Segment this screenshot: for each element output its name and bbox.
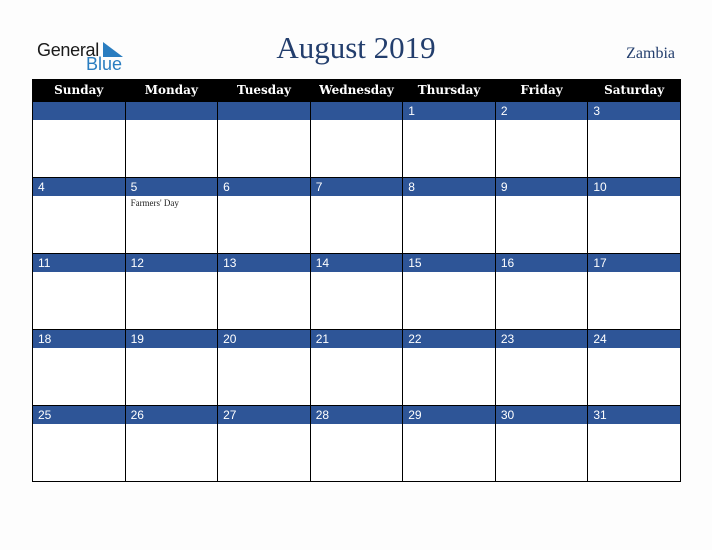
day-cell[interactable]: 7: [309, 177, 404, 254]
day-number: 27: [218, 406, 310, 424]
day-cell[interactable]: 15: [402, 253, 496, 330]
day-number: 22: [403, 330, 495, 348]
day-cell[interactable]: 8: [402, 177, 496, 254]
day-cell[interactable]: 2: [494, 101, 589, 178]
day-cell[interactable]: 1: [402, 101, 496, 178]
day-number: 9: [495, 178, 588, 196]
weekday-header: Tuesday: [217, 79, 311, 102]
day-cell[interactable]: 29: [402, 405, 496, 482]
day-cell[interactable]: 6: [217, 177, 311, 254]
day-number: 26: [125, 406, 218, 424]
day-cell[interactable]: 3: [587, 101, 681, 178]
day-number: 19: [125, 330, 218, 348]
day-cell[interactable]: 30: [494, 405, 589, 482]
day-cell[interactable]: 25: [32, 405, 126, 482]
day-number: 20: [218, 330, 310, 348]
day-cell[interactable]: 20: [217, 329, 311, 406]
day-number: 10: [588, 178, 680, 196]
day-number: 17: [588, 254, 680, 272]
weekday-header: Monday: [124, 79, 219, 102]
weekday-header: Thursday: [402, 79, 496, 102]
day-cell[interactable]: 21: [309, 329, 404, 406]
day-number: 13: [218, 254, 310, 272]
day-cell[interactable]: 24: [587, 329, 681, 406]
day-cell[interactable]: [32, 101, 126, 178]
day-number: 3: [588, 102, 680, 120]
day-cell[interactable]: 28: [309, 405, 404, 482]
day-cell[interactable]: [217, 101, 311, 178]
holiday-label: Farmers' Day: [130, 198, 179, 208]
week-row: 25 26 27 28 29 30 31: [32, 405, 681, 482]
weekday-header-row: Sunday Monday Tuesday Wednesday Thursday…: [32, 79, 681, 102]
day-cell[interactable]: 22: [402, 329, 496, 406]
day-number: 4: [33, 178, 125, 196]
day-cell[interactable]: 16: [494, 253, 589, 330]
day-number: 28: [310, 406, 403, 424]
day-number: [218, 102, 310, 120]
country-label: Zambia: [626, 45, 675, 62]
day-number: 23: [495, 330, 588, 348]
day-number: 25: [33, 406, 125, 424]
day-number: 7: [310, 178, 403, 196]
day-cell[interactable]: 31: [587, 405, 681, 482]
day-cell[interactable]: 18: [32, 329, 126, 406]
weekday-header: Wednesday: [309, 79, 404, 102]
day-cell[interactable]: 17: [587, 253, 681, 330]
week-row: 11 12 13 14 15 16 17: [32, 253, 681, 330]
day-number: 24: [588, 330, 680, 348]
day-number: [310, 102, 403, 120]
day-cell[interactable]: 9: [494, 177, 589, 254]
day-number: 6: [218, 178, 310, 196]
day-number: 31: [588, 406, 680, 424]
day-number: 14: [310, 254, 403, 272]
day-number: 29: [403, 406, 495, 424]
weekday-header: Saturday: [587, 79, 681, 102]
day-number: 30: [495, 406, 588, 424]
day-number: 2: [495, 102, 588, 120]
day-number: 15: [403, 254, 495, 272]
day-cell[interactable]: 14: [309, 253, 404, 330]
day-cell[interactable]: 19: [124, 329, 219, 406]
day-cell[interactable]: 23: [494, 329, 589, 406]
day-number: 1: [403, 102, 495, 120]
day-cell[interactable]: 10: [587, 177, 681, 254]
day-cell[interactable]: 27: [217, 405, 311, 482]
day-number: 8: [403, 178, 495, 196]
calendar-grid: Sunday Monday Tuesday Wednesday Thursday…: [32, 79, 681, 482]
page-title: August 2019: [276, 30, 436, 65]
day-cell[interactable]: 11: [32, 253, 126, 330]
day-cell[interactable]: 13: [217, 253, 311, 330]
day-number: 21: [310, 330, 403, 348]
day-number: 5: [125, 178, 218, 196]
day-number: 11: [33, 254, 125, 272]
day-number: 18: [33, 330, 125, 348]
weekday-header: Sunday: [32, 79, 126, 102]
day-cell[interactable]: 4: [32, 177, 126, 254]
day-number: 16: [495, 254, 588, 272]
day-cell[interactable]: 5 Farmers' Day: [124, 177, 219, 254]
week-row: 18 19 20 21 22 23 24: [32, 329, 681, 406]
day-cell[interactable]: 12: [124, 253, 219, 330]
day-number: 12: [125, 254, 218, 272]
day-cell[interactable]: [309, 101, 404, 178]
week-row: 123: [32, 101, 681, 178]
week-row: 4 5 Farmers' Day 6 7 8 9 10: [32, 177, 681, 254]
day-cell[interactable]: 26: [124, 405, 219, 482]
weekday-header: Friday: [494, 79, 589, 102]
day-number: [33, 102, 125, 120]
day-cell[interactable]: [124, 101, 219, 178]
day-number: [125, 102, 218, 120]
